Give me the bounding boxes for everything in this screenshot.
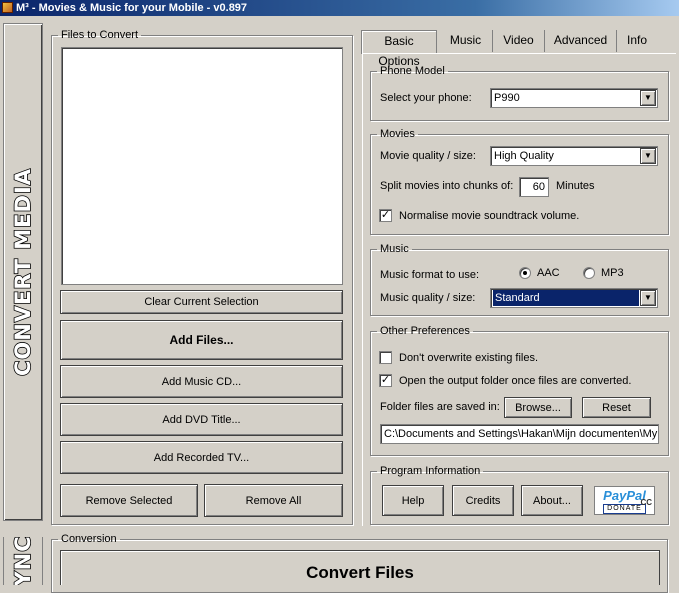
music-format-mp3-radio[interactable] (583, 267, 595, 279)
tab-basic-options[interactable]: Basic Options (361, 30, 437, 68)
normalise-volume-label: Normalise movie soundtrack volume. (399, 210, 580, 222)
files-to-convert-legend: Files to Convert (61, 29, 139, 41)
music-format-aac-label: AAC (537, 267, 560, 279)
sidetab-sync[interactable]: SYNC (3, 537, 43, 585)
window-title: M³ - Movies & Music for your Mobile - v0… (16, 2, 248, 14)
paypal-pay-word: Pay (603, 488, 627, 503)
app-icon (2, 2, 13, 13)
window-titlebar: M³ - Movies & Music for your Mobile - v0… (0, 0, 679, 16)
music-quality-value: Standard (493, 290, 639, 306)
chevron-down-icon[interactable]: ▼ (640, 90, 656, 106)
tab-music[interactable]: Music (439, 30, 493, 52)
sidetab-sync-label: SYNC (10, 537, 36, 585)
movie-quality-select[interactable]: High Quality ▼ (490, 146, 658, 166)
music-format-mp3-label: MP3 (601, 267, 624, 279)
music-legend: Music (380, 243, 409, 255)
add-music-cd-button[interactable]: Add Music CD... (60, 365, 343, 398)
select-phone-label: Select your phone: (380, 92, 472, 104)
phone-model-select[interactable]: P990 ▼ (490, 88, 658, 108)
paypal-donate-button[interactable]: PayPal DONATE CC (594, 486, 655, 515)
music-format-label: Music format to use: (380, 269, 480, 281)
about-button[interactable]: About... (521, 485, 583, 516)
remove-selected-button[interactable]: Remove Selected (60, 484, 198, 517)
chevron-down-icon[interactable]: ▼ (640, 148, 656, 164)
tab-info[interactable]: Info (617, 30, 657, 52)
sidetab-convert-media[interactable]: CONVERT MEDIA (3, 23, 43, 521)
program-information-legend: Program Information (380, 465, 481, 477)
movies-legend: Movies (380, 128, 415, 140)
files-listbox[interactable] (61, 47, 343, 285)
reset-button[interactable]: Reset (582, 397, 651, 418)
phone-model-legend: Phone Model (380, 65, 445, 77)
other-preferences-legend: Other Preferences (380, 325, 470, 337)
sidetab-convert-media-label: CONVERT MEDIA (10, 167, 36, 377)
movie-quality-value: High Quality (494, 150, 554, 162)
tab-advanced[interactable]: Advanced (545, 30, 617, 52)
music-quality-label: Music quality / size: (380, 292, 476, 304)
add-files-button[interactable]: Add Files... (60, 320, 343, 360)
output-folder-path[interactable]: C:\Documents and Settings\Hakan\Mijn doc… (380, 424, 659, 444)
split-minutes-input[interactable]: 60 (519, 177, 549, 197)
normalise-volume-checkbox[interactable]: ✓ (379, 209, 392, 222)
browse-button[interactable]: Browse... (504, 397, 572, 418)
chevron-down-icon[interactable]: ▼ (640, 290, 656, 306)
open-folder-checkbox[interactable]: ✓ (379, 374, 392, 387)
music-quality-select[interactable]: Standard ▼ (490, 288, 658, 308)
credits-button[interactable]: Credits (452, 485, 514, 516)
clear-selection-button[interactable]: Clear Current Selection (60, 290, 343, 314)
split-minutes-unit: Minutes (556, 180, 595, 192)
folder-saved-label: Folder files are saved in: (380, 401, 500, 413)
convert-files-button[interactable]: Convert Files (60, 550, 660, 585)
help-button[interactable]: Help (382, 485, 444, 516)
paypal-cc-mark: CC (640, 498, 652, 507)
remove-all-button[interactable]: Remove All (204, 484, 343, 517)
dont-overwrite-label: Don't overwrite existing files. (399, 352, 539, 364)
movie-quality-label: Movie quality / size: (380, 150, 476, 162)
tab-video[interactable]: Video (493, 30, 545, 52)
add-recorded-tv-button[interactable]: Add Recorded TV... (60, 441, 343, 474)
dont-overwrite-checkbox[interactable] (379, 351, 392, 364)
music-format-aac-radio[interactable] (519, 267, 531, 279)
conversion-legend: Conversion (61, 533, 117, 545)
add-dvd-title-button[interactable]: Add DVD Title... (60, 403, 343, 436)
split-movies-label: Split movies into chunks of: (380, 180, 514, 192)
phone-model-value: P990 (494, 92, 520, 104)
open-folder-label: Open the output folder once files are co… (399, 375, 632, 387)
